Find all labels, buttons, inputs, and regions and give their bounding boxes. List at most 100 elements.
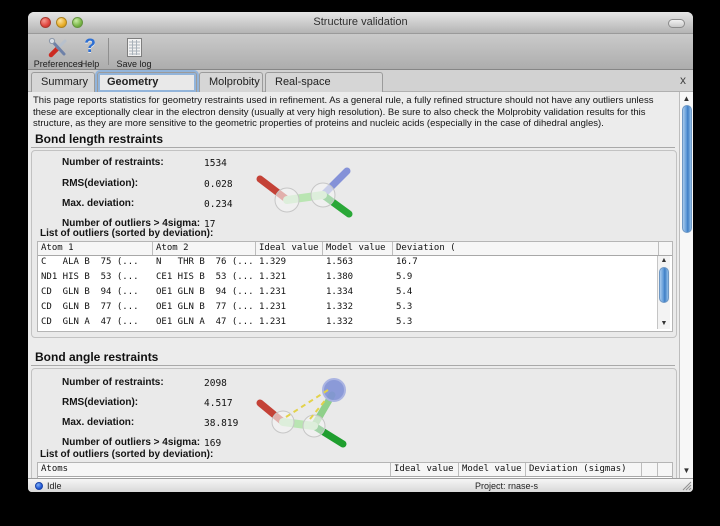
table-header-cell[interactable]: Deviation (sigmas) [526,463,642,476]
table-cell: 16.7 [393,256,659,271]
status-text: Idle [47,481,62,491]
table-cell: CD GLN B 94 (... [38,286,153,301]
bond-length-heading: Bond length restraints [35,132,163,146]
table-header-cell[interactable]: Ideal value [391,463,459,476]
toolbar: Preferences ? Help Save [28,34,693,70]
table-cell: 5.3 [393,316,659,331]
table-cell: 1.231 [256,286,323,301]
status-bar: Idle Project: rnase-s [28,478,693,492]
section-divider [31,365,675,366]
table-row[interactable]: C ALA B 75 (...N THR B 76 (...1.3291.563… [38,256,672,271]
table-header-row: Atom 1Atom 2Ideal valueModel valueDeviat… [38,242,672,256]
table-cell: ND1 HIS B 53 (... [38,271,153,286]
tab-geometry-outliers[interactable]: Geometry outliers [97,72,197,92]
window-title: Structure validation [28,16,693,28]
stat-value: 4.517 [204,398,233,409]
table-cell: CD GLN A 47 (... [38,316,153,331]
table-cell: OE1 GLN A 47 (... [153,316,256,331]
help-button[interactable]: ? Help [74,36,106,69]
bond-angle-groupbox: Number of restraints: 2098 RMS(deviation… [31,368,677,478]
bond-angle-heading: Bond angle restraints [35,350,158,364]
bond-length-outliers-table[interactable]: Atom 1Atom 2Ideal valueModel valueDeviat… [37,241,673,332]
table-header-cell[interactable] [642,463,658,476]
table-cell: CE1 HIS B 53 (... [153,271,256,286]
title-bar[interactable]: Structure validation [28,12,693,34]
table-cell: 5.4 [393,286,659,301]
scroll-down-icon[interactable]: ▼ [658,319,670,329]
structure-validation-window: Structure validation Preferences ? Help [28,12,693,492]
bond-angle-molecule-image [250,377,370,456]
table-cell: C ALA B 75 (... [38,256,153,271]
table-row[interactable]: CD GLN B 77 (...OE1 GLN B 77 (...1.2311.… [38,301,672,316]
stat-value: 2098 [204,378,227,389]
status-idle-icon [35,482,43,490]
table-cell: 5.3 [393,301,659,316]
stat-label: Max. deviation: [62,417,134,428]
table-cell: 1.334 [323,286,393,301]
bond-length-molecule-image [250,164,365,231]
table-cell: 1.332 [323,316,393,331]
stat-label: Number of restraints: [62,377,164,388]
table-header-cell[interactable]: Model value [323,242,393,255]
tab-bar: Summary Geometry outliers Molprobity Rea… [28,70,693,92]
table-header-cell[interactable]: Model value [459,463,526,476]
status-project: Project: rnase-s [475,481,538,491]
bond-angle-outliers-table[interactable]: AtomsIdeal valueModel valueDeviation (si… [37,462,673,478]
table-header-cell[interactable]: Atoms [38,463,391,476]
table-header-cell[interactable]: Ideal value [256,242,323,255]
table-cell: 1.231 [256,301,323,316]
page-description: This page reports statistics for geometr… [33,95,673,130]
bond-angle-list-label: List of outliers (sorted by deviation): [40,449,213,460]
save-log-label: Save log [110,59,158,69]
table-cell: N THR B 76 (... [153,256,256,271]
stat-label: Max. deviation: [62,198,134,209]
close-panel-icon[interactable]: x [680,73,686,87]
section-divider [31,147,675,148]
toolbar-toggle-pill-button[interactable] [668,19,685,28]
scroll-up-icon[interactable]: ▲ [658,256,670,266]
table-header-cell[interactable]: Deviation ( [393,242,659,255]
table-row[interactable]: CD GLN A 47 (...OE1 GLN A 47 (...1.2311.… [38,316,672,331]
table-cell: 1.321 [256,271,323,286]
question-mark-icon: ? [74,36,106,58]
tab-summary[interactable]: Summary [31,72,95,92]
spreadsheet-icon [110,36,158,58]
table-row[interactable]: ND1 HIS B 53 (...CE1 HIS B 53 (...1.3211… [38,271,672,286]
table-cell: 1.231 [256,316,323,331]
scroll-down-icon[interactable]: ▼ [680,465,693,477]
table-cell: OE1 GLN B 94 (... [153,286,256,301]
table-row[interactable]: CD GLN B 94 (...OE1 GLN B 94 (...1.2311.… [38,286,672,301]
table-header-row: AtomsIdeal valueModel valueDeviation (si… [38,463,672,477]
table-cell: 5.9 [393,271,659,286]
scrollbar-thumb[interactable] [659,267,669,303]
main-scrollbar-thumb[interactable] [682,105,692,233]
save-log-button[interactable]: Save log [110,36,158,69]
table-header-cell[interactable]: Atom 1 [38,242,153,255]
table-cell: 1.563 [323,256,393,271]
tab-molprobity[interactable]: Molprobity [199,72,263,92]
table-cell: OE1 GLN B 77 (... [153,301,256,316]
table-cell: 1.380 [323,271,393,286]
stat-label: Number of outliers > 4sigma: [62,437,200,448]
bond-length-table-scrollbar[interactable]: ▲ ▼ [657,256,670,329]
stat-label: Number of restraints: [62,157,164,168]
main-scrollbar[interactable]: ▲ ▼ [679,92,693,478]
help-label: Help [74,59,106,69]
toolbar-separator [108,38,109,65]
table-cell: CD GLN B 77 (... [38,301,153,316]
bond-length-list-label: List of outliers (sorted by deviation): [40,228,213,239]
stat-label: RMS(deviation): [62,178,138,189]
table-header-cell[interactable]: Atom 2 [153,242,256,255]
table-cell: 1.332 [323,301,393,316]
stat-value: 38.819 [204,418,238,429]
resize-grip[interactable] [681,480,692,491]
scroll-up-icon[interactable]: ▲ [680,93,693,105]
tab-real-space-correlation[interactable]: Real-space correlation [265,72,383,92]
stat-value: 169 [204,438,221,449]
bond-length-groupbox: Number of restraints: 1534 RMS(deviation… [31,150,677,338]
table-cell: 1.329 [256,256,323,271]
stat-label: RMS(deviation): [62,397,138,408]
stat-value: 0.028 [204,179,233,190]
stat-value: 1534 [204,158,227,169]
stat-value: 0.234 [204,199,233,210]
